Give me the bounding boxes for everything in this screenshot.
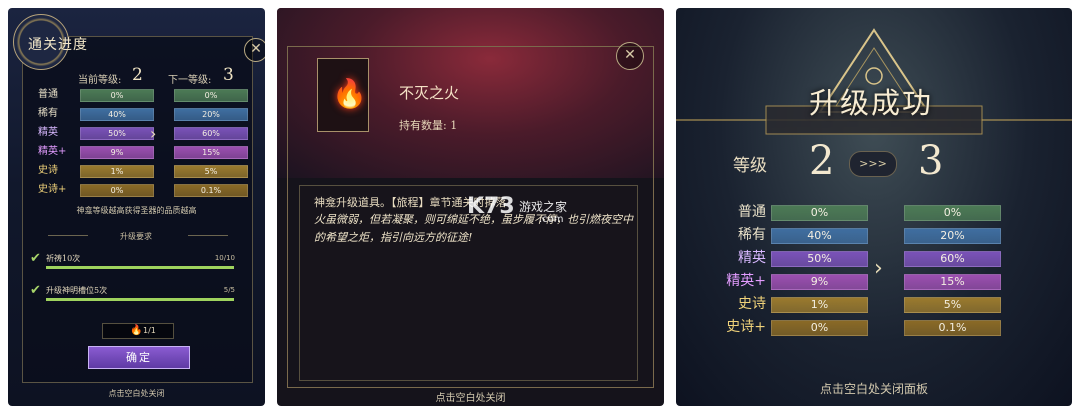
requirement-item: ✔ 祈祷10次 10/10	[30, 251, 235, 281]
current-rate-bar: 50%	[80, 127, 154, 140]
watermark-logo: K73	[467, 194, 515, 219]
rate-row: 稀有 40% 20%	[676, 226, 1072, 244]
next-rate-bar: 5%	[904, 297, 1001, 313]
current-rate-bar: 0%	[80, 89, 154, 102]
rate-row: 普通 0% 0%	[676, 203, 1072, 221]
current-rate-bar: 40%	[80, 108, 154, 121]
from-level: 2	[809, 138, 835, 184]
check-icon: ✔	[30, 251, 41, 266]
watermark-site: 游戏之家	[519, 200, 568, 214]
next-rate-bar: 5%	[174, 165, 248, 178]
close-hint[interactable]: 点击空白处关闭面板	[676, 380, 1072, 397]
rate-row: 精英 50% 60%	[32, 125, 251, 140]
item-detail-panel: ✕ 🔥 不灭之火 持有数量: 1 神龛升级道具。【旅程】章节通关时掉落 火虽微弱…	[277, 8, 664, 406]
rarity-name: 稀有	[738, 227, 766, 243]
rarity-name: 史诗+	[726, 319, 766, 335]
rate-note: 神龛等级越高获得圣器的品质越高	[76, 206, 197, 215]
item-slot: 🔥	[317, 58, 369, 132]
item-name: 不灭之火	[399, 84, 460, 102]
current-rate-bar: 40%	[771, 228, 868, 244]
to-level: 3	[918, 138, 944, 184]
rarity-name: 普通	[738, 204, 766, 220]
next-rate-bar: 15%	[174, 146, 248, 159]
current-rate-bar: 0%	[771, 320, 868, 336]
requirement-count: 10/10	[214, 254, 235, 262]
rate-row: 史诗 1% 5%	[676, 295, 1072, 313]
next-level-label: 下一等级:	[168, 75, 212, 86]
rarity-name: 精英+	[726, 273, 766, 289]
close-hint[interactable]: 点击空白处关闭	[277, 389, 664, 404]
watermark-url: .com	[539, 214, 564, 225]
current-rate-bar: 0%	[80, 184, 154, 197]
check-icon: ✔	[30, 283, 41, 298]
rarity-name: 精英	[738, 250, 766, 266]
rate-row: 稀有 40% 20%	[32, 106, 251, 121]
progress-fill	[46, 266, 234, 269]
rate-row: 史诗+ 0% 0.1%	[32, 182, 251, 197]
next-rate-bar: 0%	[174, 89, 248, 102]
requirement-text: 祈祷10次	[46, 254, 81, 263]
rarity-name: 精英+	[38, 146, 67, 157]
close-hint[interactable]: 点击空白处关闭	[22, 388, 251, 399]
shrine-progress-panel: 通关进度 ✕ 当前等级: 2 下一等级: 3 普通 0% 0% 稀有 40% 20% 精英 5…	[8, 8, 265, 406]
flame-icon: 🔥	[332, 77, 367, 110]
level-label: 等级	[733, 156, 767, 176]
requirement-progress-bar	[46, 298, 234, 301]
requirement-count: 5/5	[223, 286, 235, 294]
cost-display: 🔥 1/1	[102, 323, 174, 339]
arrow-right-icon: ›	[150, 124, 157, 143]
rarity-name: 稀有	[38, 108, 58, 119]
next-rate-bar: 20%	[174, 108, 248, 121]
success-title: 升级成功	[808, 86, 933, 120]
next-level-value: 3	[223, 65, 234, 85]
requirement-item: ✔ 升级神明槽位5次 5/5	[30, 283, 235, 313]
current-rate-bar: 50%	[771, 251, 868, 267]
progress-fill	[46, 298, 234, 301]
flame-icon: 🔥	[130, 325, 143, 336]
next-rate-bar: 60%	[904, 251, 1001, 267]
rate-row: 史诗+ 0% 0.1%	[676, 318, 1072, 336]
current-level-value: 2	[132, 65, 143, 85]
requirement-text: 升级神明槽位5次	[46, 286, 108, 295]
current-level-label: 当前等级:	[78, 75, 122, 86]
upgrade-success-panel: 升级成功 等级 2 >>> 3 普通 0% 0% 稀有 40% 20% 精英 50% 60% 精英…	[676, 8, 1072, 406]
rate-row: 普通 0% 0%	[32, 87, 251, 102]
rarity-name: 史诗	[38, 165, 58, 176]
divider	[188, 235, 228, 236]
current-rate-bar: 1%	[771, 297, 868, 313]
next-rate-bar: 0.1%	[904, 320, 1001, 336]
next-rate-bar: 60%	[174, 127, 248, 140]
confirm-button[interactable]: 确定	[88, 346, 190, 369]
current-rate-bar: 9%	[771, 274, 868, 290]
cost-value: 1/1	[143, 326, 156, 335]
current-rate-bar: 9%	[80, 146, 154, 159]
rarity-name: 史诗	[738, 296, 766, 312]
current-rate-bar: 1%	[80, 165, 154, 178]
requirement-progress-bar	[46, 266, 234, 269]
next-rate-bar: 15%	[904, 274, 1001, 290]
close-icon[interactable]: ✕	[616, 42, 644, 70]
item-quantity: 持有数量: 1	[399, 119, 458, 132]
next-rate-bar: 0.1%	[174, 184, 248, 197]
rarity-name: 普通	[38, 89, 58, 100]
rarity-name: 史诗+	[38, 184, 67, 195]
panel-title: 通关进度	[28, 37, 88, 53]
arrow-right-icon: ›	[874, 256, 883, 281]
rate-row: 史诗 1% 5%	[32, 163, 251, 178]
rate-row: 精英+ 9% 15%	[32, 144, 251, 159]
close-icon[interactable]: ✕	[244, 38, 265, 62]
rarity-name: 精英	[38, 127, 58, 138]
next-rate-bar: 0%	[904, 205, 1001, 221]
current-rate-bar: 0%	[771, 205, 868, 221]
next-rate-bar: 20%	[904, 228, 1001, 244]
level-arrow-icon: >>>	[849, 151, 897, 177]
requirements-title: 升级要求	[120, 232, 152, 241]
